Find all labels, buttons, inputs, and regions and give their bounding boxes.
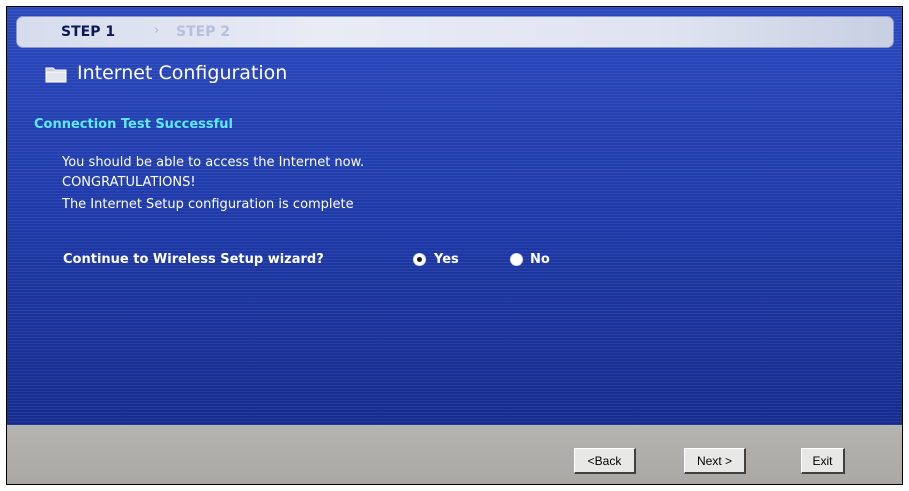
page-title: Internet Configuration — [77, 62, 288, 84]
wizard-window: STEP 1 › STEP 2 Internet Configuration C… — [6, 6, 903, 485]
folder-icon — [45, 67, 67, 83]
step-bar: STEP 1 › STEP 2 — [16, 16, 894, 48]
main-panel: STEP 1 › STEP 2 Internet Configuration C… — [7, 7, 902, 425]
step-arrow-icon: › — [154, 23, 160, 38]
wireless-wizard-question: Continue to Wireless Setup wizard? — [63, 252, 324, 267]
status-line-1: You should be able to access the Interne… — [62, 155, 365, 170]
no-radio[interactable] — [510, 253, 523, 266]
status-heading: Connection Test Successful — [34, 117, 234, 132]
next-button[interactable]: Next > — [684, 448, 746, 474]
exit-button[interactable]: Exit — [801, 448, 845, 474]
yes-radio[interactable] — [413, 253, 426, 266]
yes-radio-label[interactable]: Yes — [434, 252, 459, 267]
step-2-label: STEP 2 — [176, 24, 231, 40]
button-bar — [7, 425, 902, 484]
status-line-2: CONGRATULATIONS! — [62, 175, 196, 190]
step-1-label: STEP 1 — [61, 24, 116, 40]
no-radio-label[interactable]: No — [530, 252, 550, 267]
status-line-3: The Internet Setup configuration is comp… — [62, 197, 354, 212]
back-button[interactable]: <Back — [574, 448, 636, 474]
